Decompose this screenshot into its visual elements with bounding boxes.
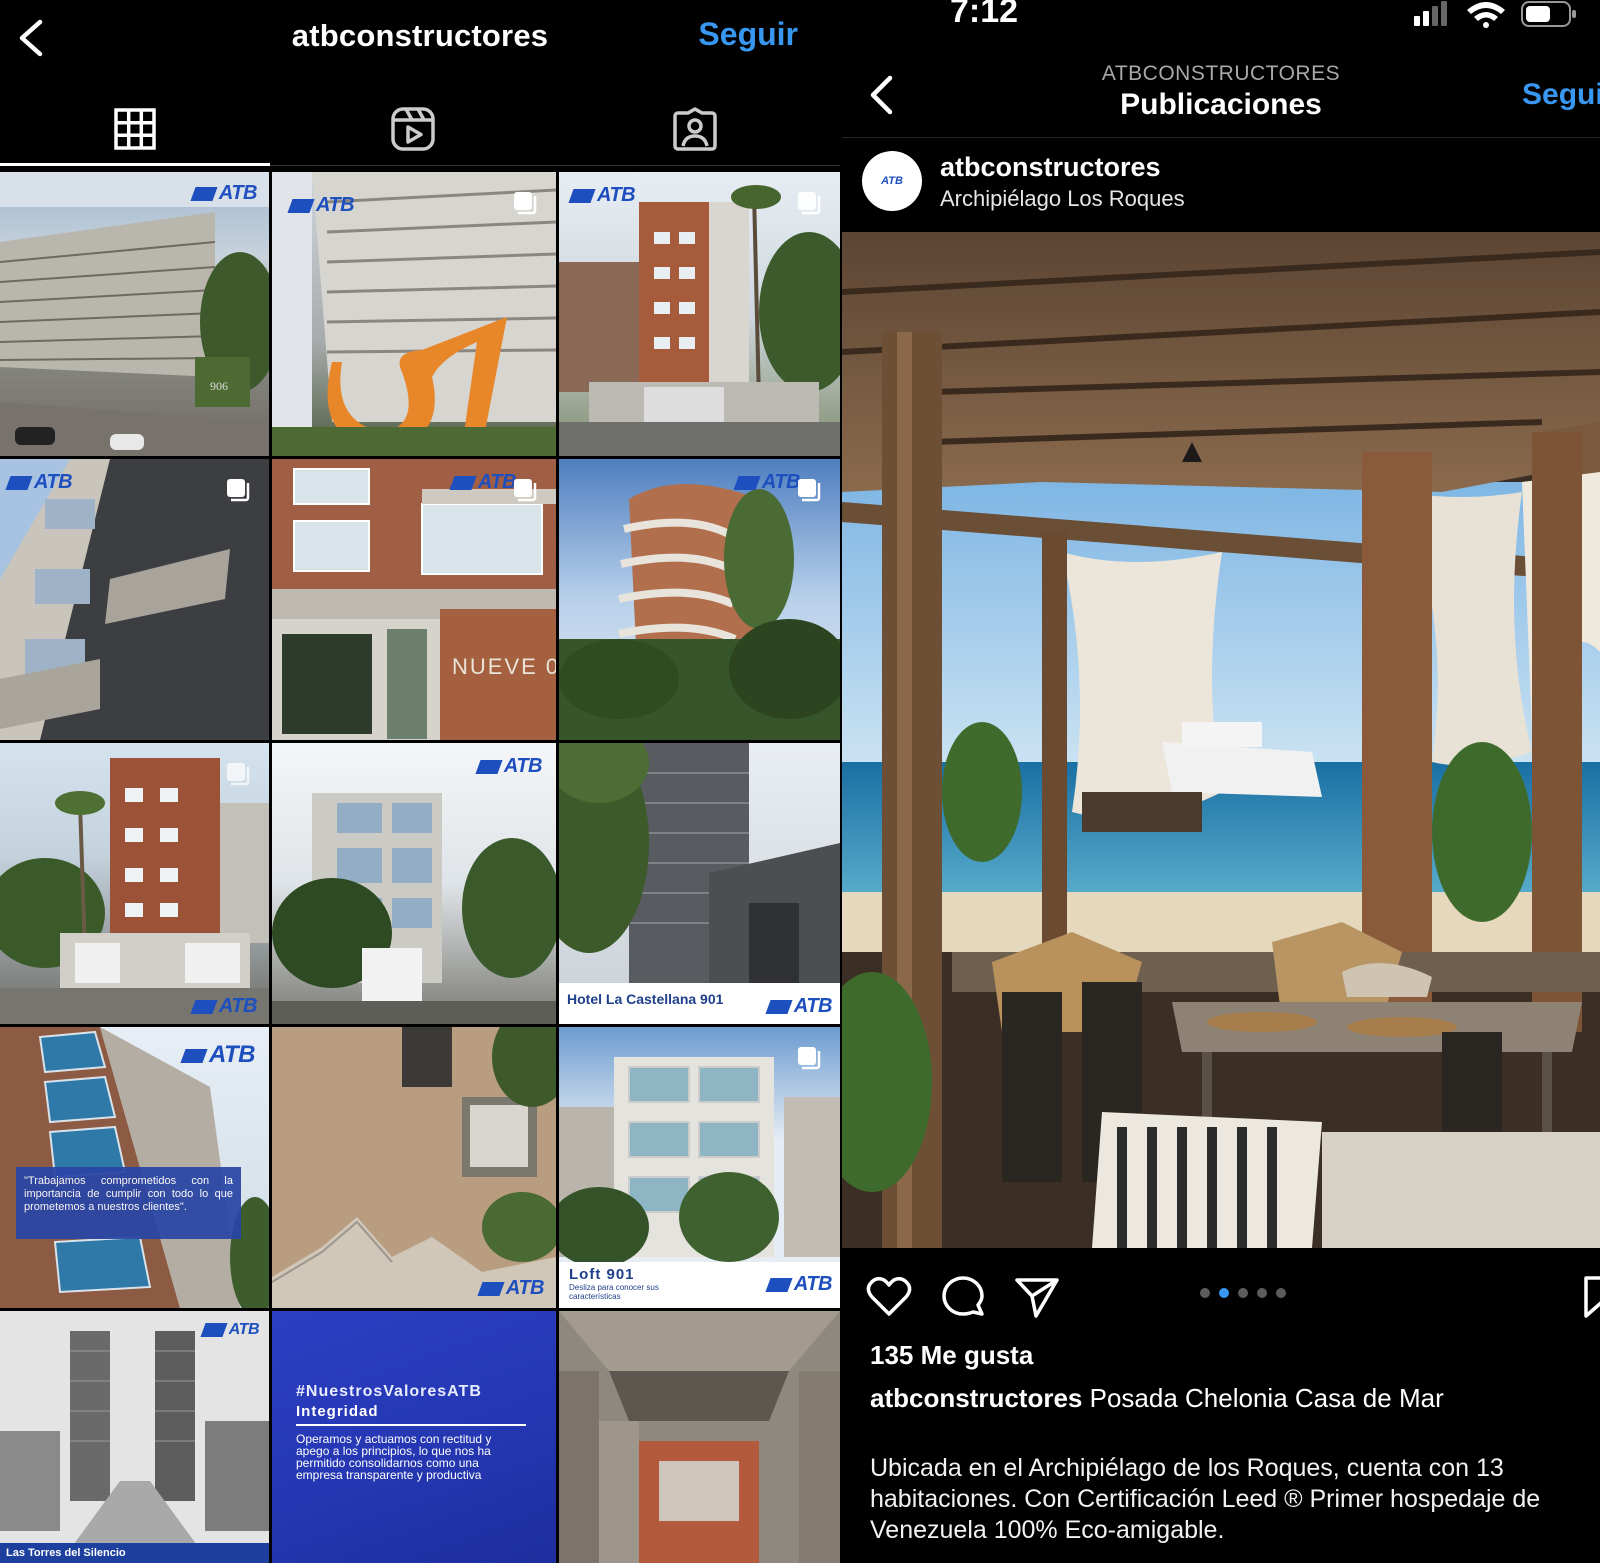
likes-count[interactable]: 135 Me gusta (870, 1340, 1033, 1371)
status-bar-icons (1414, 1, 1576, 28)
atb-logo: ATB (190, 995, 258, 1018)
atb-logo: ATB (475, 755, 543, 778)
grid-post-7[interactable]: ATB (0, 743, 269, 1024)
comment-icon[interactable] (940, 1274, 986, 1320)
multiple-photos-icon (514, 192, 537, 215)
grid-post-3[interactable]: ATB (559, 172, 840, 456)
values-hashtag: #NuestrosValoresATB (296, 1383, 482, 1400)
caption-username[interactable]: atbconstructores (870, 1383, 1082, 1413)
battery-icon (1521, 1, 1576, 27)
grid-post-8[interactable]: ATB (272, 743, 556, 1024)
carousel-indicator (1200, 1288, 1286, 1298)
grid-post-11[interactable]: ATB (272, 1027, 556, 1308)
caption-body: Ubicada en el Archipiélago de los Roques… (870, 1454, 1541, 1544)
carousel-dot (1238, 1288, 1248, 1298)
status-time: 7:12 (950, 0, 1019, 30)
post-location[interactable]: Archipiélago Los Roques (940, 186, 1185, 212)
loft-subtitle: Desliza para conocer sus características (569, 1283, 659, 1301)
header-title: Publicaciones (1120, 88, 1322, 121)
post-actions-bar (842, 1270, 1600, 1322)
tabs-divider (270, 165, 840, 166)
aerial-photo (272, 1027, 556, 1308)
caption-title: Posada Chelonia Casa de Mar (1089, 1383, 1444, 1413)
carousel-dot-active (1219, 1288, 1229, 1298)
atb-logo: ATB (190, 182, 258, 205)
caption-headline: atbconstructores Posada Chelonia Casa de… (870, 1383, 1444, 1414)
header-subtitle: ATBCONSTRUCTORES (1101, 62, 1341, 85)
grid-post-12[interactable]: Loft 901 Desliza para conocer sus caract… (559, 1027, 840, 1308)
send-icon[interactable] (1014, 1274, 1060, 1320)
carousel-dot (1276, 1288, 1286, 1298)
atb-logo: ATB (765, 995, 833, 1018)
grid-post-13[interactable]: Las Torres del Silencio ATB (0, 1311, 269, 1563)
atb-logo: ATB (200, 1321, 260, 1339)
avatar[interactable]: ATB (862, 151, 922, 211)
signal-icon (1414, 1, 1447, 26)
grid-post-5[interactable]: NUEVE 04 ATB (272, 459, 556, 740)
concrete-structure-photo (559, 1311, 840, 1563)
atb-logo: ATB (733, 471, 801, 494)
white-building-photo (272, 793, 556, 1024)
grid-post-10[interactable]: ATB "Trabajamos comprometidos con la imp… (0, 1027, 269, 1308)
tab-reels[interactable] (278, 90, 548, 168)
follow-button[interactable]: Seguir (698, 16, 798, 53)
multiple-photos-icon (798, 1047, 821, 1070)
profile-header: atbconstructores Seguir (0, 0, 840, 80)
carousel-dot (1200, 1288, 1210, 1298)
carousel-dot (1257, 1288, 1267, 1298)
building-photo: 906 (0, 172, 269, 456)
tab-tagged[interactable] (560, 90, 830, 168)
multiple-photos-icon (227, 479, 250, 502)
torres-silencio-photo (0, 1311, 269, 1563)
nueve-sign-text: NUEVE 04 (452, 654, 556, 679)
atb-logo: ATB (449, 471, 517, 494)
multiple-photos-icon (227, 763, 250, 786)
grid-post-15[interactable] (559, 1311, 840, 1563)
post-panel: 7:12 ATBCONSTRUCTORES Publicaciones Segu… (842, 0, 1600, 1563)
sign-906-text: 906 (210, 379, 228, 393)
post-grid: 906 ATB ATB ATB ATB NUEVE 0 ATB ATB ATB … (0, 172, 840, 1563)
torres-caption: Las Torres del Silencio (0, 1543, 269, 1563)
quote-box: "Trabajamos comprometidos con la importa… (16, 1167, 241, 1239)
atb-logo: ATB (765, 1273, 833, 1296)
hotel-tower-photo (559, 743, 840, 983)
avatar-logo-text: ATB (881, 175, 903, 187)
post-username[interactable]: atbconstructores (940, 152, 1161, 183)
values-divider (296, 1424, 526, 1426)
values-body: Operamos y actuamos con rectitud y apego… (296, 1432, 492, 1482)
grid-icon (114, 108, 156, 150)
header-divider (842, 137, 1600, 138)
tab-grid[interactable] (0, 90, 270, 168)
profile-panel: atbconstructores Seguir 906 ATB ATB ATB … (0, 0, 840, 1563)
grid-post-9[interactable]: Hotel La Castellana 901 ATB (559, 743, 840, 1024)
atb-logo: ATB (5, 471, 73, 494)
heart-icon[interactable] (866, 1274, 912, 1320)
atb-logo: ATB (477, 1277, 545, 1300)
values-title: Integridad (296, 1403, 379, 1420)
atb-logo: ATB (180, 1041, 256, 1069)
cabana-photo (842, 232, 1600, 1248)
wifi-icon (1467, 2, 1505, 28)
grid-post-14[interactable]: #NuestrosValoresATB Integridad Operamos … (272, 1311, 556, 1563)
bookmark-icon[interactable] (1580, 1274, 1600, 1320)
grid-post-1[interactable]: 906 ATB (0, 172, 269, 456)
grid-post-6[interactable]: ATB (559, 459, 840, 740)
follow-button[interactable]: Seguir (1522, 78, 1600, 112)
multiple-photos-icon (798, 192, 821, 215)
profile-tabs (0, 90, 840, 170)
multiple-photos-icon (798, 479, 821, 502)
grid-post-4[interactable]: ATB (0, 459, 269, 740)
grid-post-2[interactable]: ATB (272, 172, 556, 456)
atb-logo: ATB (568, 184, 636, 207)
tagged-person-icon (673, 107, 717, 151)
reels-icon (391, 107, 435, 151)
post-image-beach-cabana[interactable] (842, 232, 1600, 1248)
atb-logo: ATB (287, 194, 355, 217)
active-tab-indicator (0, 163, 270, 166)
multiple-photos-icon (514, 479, 537, 502)
